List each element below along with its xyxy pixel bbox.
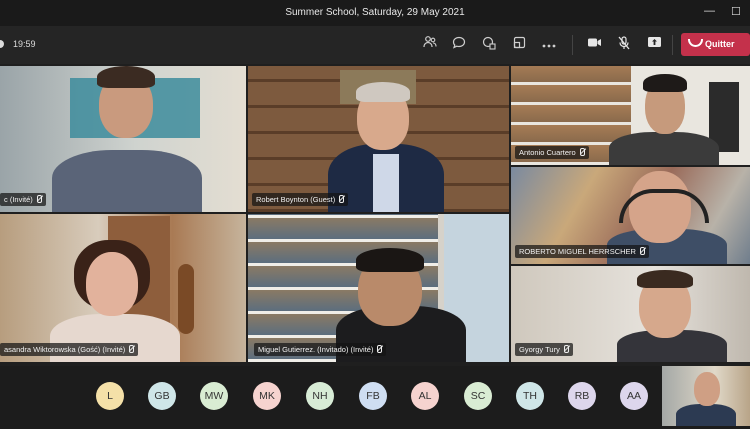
participant-avatar[interactable]: SC xyxy=(464,382,492,410)
mic-muted-icon xyxy=(377,345,383,353)
camera-icon[interactable] xyxy=(586,36,602,52)
window-title: Summer School, Saturday, 29 May 2021 xyxy=(285,7,465,18)
video-tile[interactable]: Robert Boynton (Guest) xyxy=(248,66,509,212)
participant-avatar[interactable]: FB xyxy=(359,382,387,410)
meeting-timer: 19:59 xyxy=(13,39,36,49)
mic-muted-icon xyxy=(579,148,585,156)
participant-name-tag: Robert Boynton (Guest) xyxy=(252,193,349,206)
video-tile[interactable]: Antonio Cuartero xyxy=(511,66,750,165)
participant-body xyxy=(676,404,736,426)
participant-hair xyxy=(356,82,410,102)
participant-name-tag: Miguel Gutierrez. (Invitado) (Invité) xyxy=(254,343,387,356)
toolbar-divider xyxy=(672,35,673,55)
title-bar: Summer School, Saturday, 29 May 2021 — ☐ xyxy=(0,0,750,26)
participant-avatar[interactable]: AL xyxy=(411,382,439,410)
participant-name: Gyorgy Tury xyxy=(519,345,560,354)
participant-avatar[interactable]: L xyxy=(96,382,124,410)
phone-hangup-icon xyxy=(688,39,703,47)
participant-name-tag: asandra Wiktorowska (Gość) (Invité) xyxy=(0,343,139,356)
video-tile[interactable]: asandra Wiktorowska (Gość) (Invité) xyxy=(0,214,246,362)
participant-name-tag: Antonio Cuartero xyxy=(515,146,589,159)
participant-name: c (Invité) xyxy=(4,195,33,204)
participant-avatar[interactable]: MK xyxy=(253,382,281,410)
participant-body xyxy=(609,132,719,165)
participant-name: Miguel Gutierrez. (Invitado) (Invité) xyxy=(258,345,374,354)
participant-hair xyxy=(643,74,687,92)
participant-avatar[interactable]: RB xyxy=(568,382,596,410)
participant-avatar[interactable]: NH xyxy=(306,382,334,410)
self-view[interactable] xyxy=(662,366,750,426)
shirt xyxy=(373,154,399,212)
video-tile[interactable]: c (Invité) xyxy=(0,66,246,212)
video-tile[interactable]: Gyorgy Tury xyxy=(511,266,750,362)
maximize-button[interactable]: ☐ xyxy=(731,5,741,18)
participant-hair xyxy=(97,66,155,88)
participant-avatar[interactable]: TH xyxy=(516,382,544,410)
recording-indicator xyxy=(0,40,4,48)
participant-name-tag: Gyorgy Tury xyxy=(515,343,573,356)
guitar xyxy=(178,264,194,334)
participant-face xyxy=(86,252,138,316)
leave-button[interactable]: Quitter xyxy=(681,33,750,56)
participant-avatar[interactable]: GB xyxy=(148,382,176,410)
participant-body xyxy=(52,150,202,212)
people-icon[interactable] xyxy=(422,36,438,52)
more-icon[interactable] xyxy=(541,36,557,52)
participant-name: ROBERTO MIGUEL HERRSCHER xyxy=(519,247,636,256)
chat-icon[interactable] xyxy=(451,36,467,52)
participant-avatar[interactable]: MW xyxy=(200,382,228,410)
mic-muted-icon[interactable] xyxy=(616,36,632,52)
participant-name: asandra Wiktorowska (Gość) (Invité) xyxy=(4,345,126,354)
video-tile[interactable]: Miguel Gutierrez. (Invitado) (Invité) xyxy=(248,214,509,362)
reactions-icon[interactable] xyxy=(481,36,497,52)
participant-name: Robert Boynton (Guest) xyxy=(256,195,336,204)
participant-name-tag: ROBERTO MIGUEL HERRSCHER xyxy=(515,245,649,258)
participant-avatar[interactable]: AA xyxy=(620,382,648,410)
rooms-icon[interactable] xyxy=(511,36,527,52)
video-tile[interactable]: ROBERTO MIGUEL HERRSCHER xyxy=(511,167,750,264)
participant-name: Antonio Cuartero xyxy=(519,148,576,157)
mic-muted-icon xyxy=(639,247,645,255)
mic-muted-icon xyxy=(36,195,42,203)
minimize-button[interactable]: — xyxy=(704,5,715,17)
leave-label: Quitter xyxy=(705,39,735,49)
participant-hair xyxy=(356,248,424,272)
share-icon[interactable] xyxy=(646,36,662,52)
participant-face xyxy=(694,372,720,406)
mic-muted-icon xyxy=(129,345,135,353)
mic-muted-icon xyxy=(339,195,345,203)
participant-name-tag: c (Invité) xyxy=(0,193,46,206)
meeting-toolbar: 19:59 Quitter xyxy=(0,26,750,64)
toolbar-divider xyxy=(572,35,573,55)
participant-hair xyxy=(637,270,693,288)
mic-muted-icon xyxy=(563,345,569,353)
